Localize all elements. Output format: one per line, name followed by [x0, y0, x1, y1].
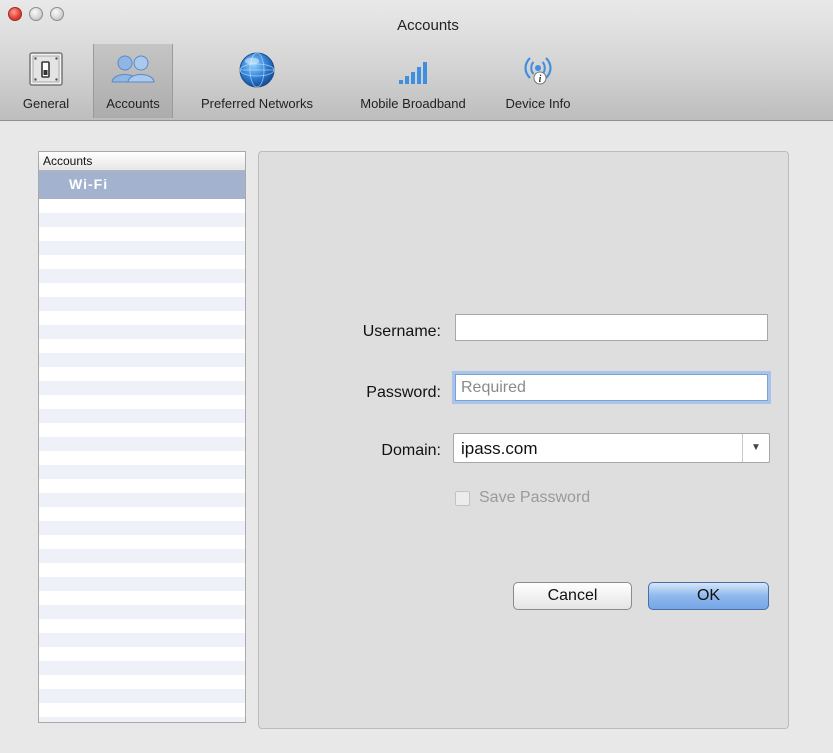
toolbar-item-label: Device Info: [505, 96, 571, 111]
toolbar-item-accounts[interactable]: Accounts: [93, 44, 173, 118]
username-label: Username:: [362, 323, 441, 340]
list-item-wifi[interactable]: Wi-Fi: [39, 171, 245, 199]
toolbar: Accounts General Accounts Preferred Netw…: [0, 0, 833, 121]
password-input[interactable]: [455, 374, 768, 401]
toolbar-item-preferred-networks[interactable]: Preferred Networks: [177, 44, 337, 118]
antenna-info-icon: i: [518, 50, 558, 95]
toolbar-item-label: General: [22, 96, 70, 111]
toolbar-item-general[interactable]: General: [0, 44, 92, 118]
window-title: Accounts: [397, 17, 459, 34]
save-password-label: Save Password: [479, 489, 591, 506]
preferences-window: Accounts General Accounts Preferred Netw…: [0, 0, 833, 753]
domain-select[interactable]: ipass.com ▼: [453, 433, 770, 463]
toolbar-item-label: Accounts: [106, 96, 160, 111]
toolbar-item-mobile-broadband[interactable]: Mobile Broadband: [340, 44, 486, 118]
domain-select-value: ipass.com: [461, 439, 538, 458]
save-password-checkbox[interactable]: [455, 491, 470, 506]
dropdown-arrow-icon: ▼: [742, 434, 769, 462]
svg-text:i: i: [539, 74, 542, 85]
users-icon: [110, 50, 156, 93]
toolbar-item-label: Mobile Broadband: [360, 96, 466, 111]
accounts-list[interactable]: Accounts Wi-Fi: [38, 151, 246, 723]
accounts-list-rows: Wi-Fi: [39, 171, 245, 722]
password-label: Password:: [366, 384, 441, 401]
cancel-button[interactable]: Cancel: [513, 582, 632, 610]
signal-bars-icon: [393, 50, 433, 95]
toolbar-item-device-info[interactable]: i Device Info: [488, 44, 588, 118]
toolbar-item-label: Preferred Networks: [201, 96, 313, 111]
switch-icon: [27, 50, 65, 93]
username-input[interactable]: [455, 314, 768, 341]
ok-button[interactable]: OK: [648, 582, 769, 610]
accounts-list-header: Accounts: [39, 152, 245, 171]
domain-label: Domain:: [381, 442, 441, 459]
globe-icon: [237, 50, 277, 95]
